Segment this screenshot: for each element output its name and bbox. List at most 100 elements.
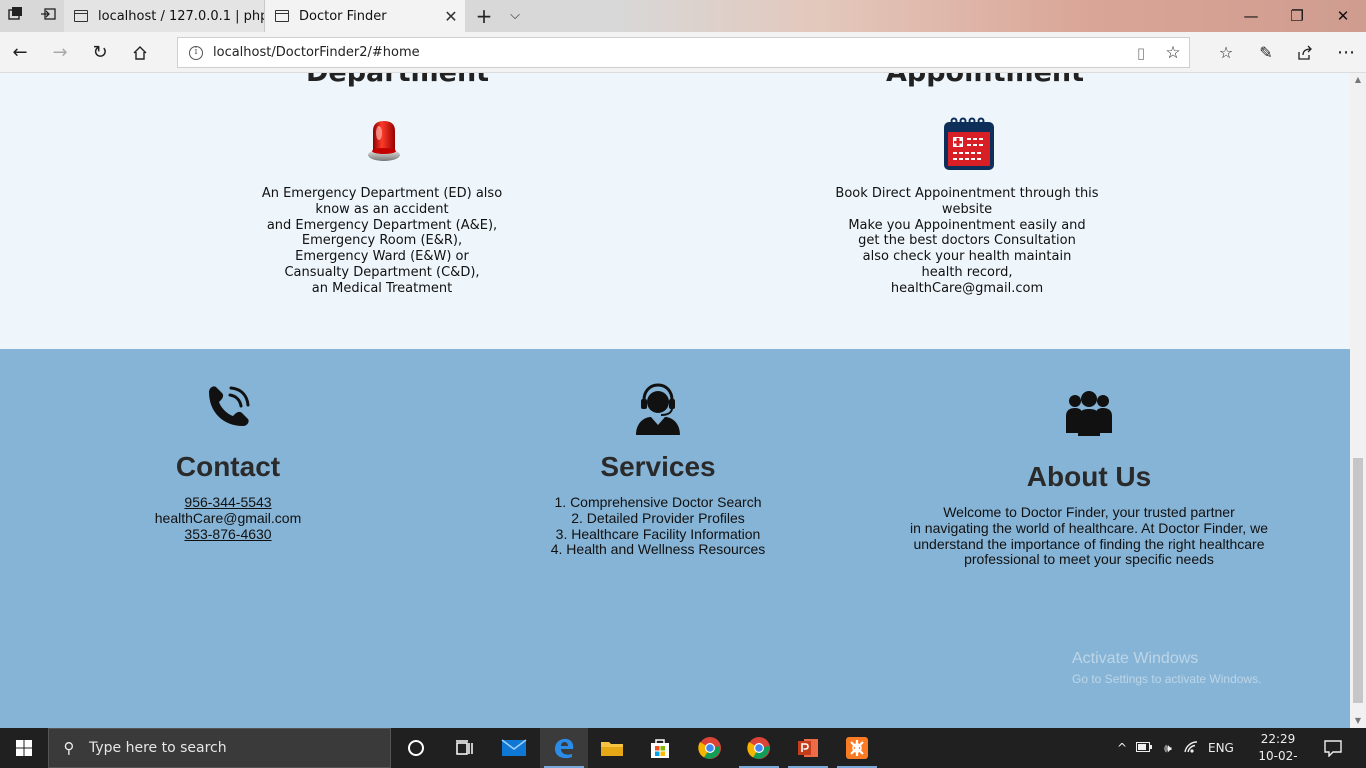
cortana-icon[interactable] [392,728,440,768]
powerpoint-icon[interactable] [784,728,832,768]
site-footer: Contact 956-344-5543 healthCare@gmail.co… [0,349,1350,728]
emergency-description: An Emergency Department (ED) also know a… [232,186,532,297]
text-line: professional to meet your specific needs [964,551,1214,568]
tab-title: localhost / 127.0.0.1 | phpM [98,8,264,24]
contact-column: Contact 956-344-5543 healthCare@gmail.co… [78,382,378,542]
scrollbar-thumb[interactable] [1353,458,1363,703]
wifi-icon[interactable] [1180,740,1202,757]
file-explorer-icon[interactable] [588,728,636,768]
chrome-profile-icon[interactable] [735,728,783,768]
close-window-button[interactable]: ✕ [1320,0,1366,32]
favorites-icon[interactable]: ☆ [1213,40,1239,66]
share-icon[interactable] [1292,40,1318,66]
refresh-icon[interactable]: ↻ [87,40,113,66]
text-line: health record, [921,264,1013,280]
page-favicon-icon [275,10,289,22]
department-heading: Department [306,73,489,88]
mail-app-icon[interactable] [490,728,538,768]
text-line: Cansualty Department (C&D), [284,264,480,280]
close-tab-icon[interactable]: ✕ [437,7,465,26]
show-hidden-icons-chevron-icon[interactable]: ^ [1114,741,1130,755]
about-title: About Us [1026,461,1152,492]
forward-arrow-icon[interactable]: → [47,40,73,66]
tab-phpmyadmin[interactable]: localhost / 127.0.0.1 | phpM [64,0,265,32]
scroll-up-arrow-icon[interactable]: ▲ [1350,73,1366,87]
notes-pen-icon[interactable]: ✎ [1253,40,1279,66]
restore-window-button[interactable]: ❐ [1274,0,1320,32]
appointment-heading: Appointment [886,73,1084,88]
text-line: an Medical Treatment [311,280,453,296]
site-info-icon[interactable]: i [189,45,203,60]
text-line: website [941,201,993,217]
phone-link[interactable]: 353-876-4630 [78,526,378,543]
volume-icon[interactable]: 🕪 [1156,741,1180,756]
medical-calendar-icon [942,116,996,176]
features-section: Department Appointment [0,73,1350,349]
services-column: Services 1. Comprehensive Doctor Search … [508,382,808,558]
service-item: 3. Healthcare Facility Information [555,525,761,542]
chevron-down-icon[interactable]: ⌵ [505,5,525,27]
email-text: healthCare@gmail.com [154,509,302,526]
text-line: in navigating the world of healthcare. A… [910,519,1268,536]
text-line: and Emergency Department (A&E), [266,217,498,233]
back-arrow-icon[interactable]: ← [7,40,33,66]
clock-time: 22:29 [1260,732,1296,746]
set-tabs-aside-icon[interactable] [38,6,58,26]
tab-title: Doctor Finder [299,8,387,24]
emergency-siren-icon [364,117,404,171]
favorite-star-icon[interactable]: ☆ [1157,43,1189,63]
services-title: Services [600,451,716,482]
customer-support-icon [508,382,808,435]
phone-link[interactable]: 956-344-5543 [78,494,378,511]
service-item: 2. Detailed Provider Profiles [571,509,745,526]
battery-icon[interactable] [1132,741,1156,755]
taskbar-clock[interactable]: 22:29 10-02-2024 [1250,731,1306,768]
search-icon: ⚲ [63,739,75,757]
scroll-down-arrow-icon[interactable]: ▼ [1350,714,1366,728]
service-item: 1. Comprehensive Doctor Search [554,494,762,510]
notifications-icon[interactable] [1310,728,1356,768]
language-indicator[interactable]: ENG [1208,741,1234,755]
minimize-window-button[interactable]: — [1228,0,1274,32]
text-line: Emergency Ward (E&W) or [295,249,469,265]
page-favicon-icon [74,10,88,22]
activate-windows-watermark: Activate Windows Go to Settings to activ… [1072,650,1261,686]
tab-actions-icon[interactable] [6,6,26,26]
windows-start-icon[interactable] [0,728,48,768]
text-line: Make you Appoinentment easily and [848,217,1086,233]
search-placeholder: Type here to search [89,740,227,756]
chrome-icon[interactable] [686,728,734,768]
users-group-icon [889,389,1289,439]
clock-date: 10-02-2024 [1258,749,1298,768]
about-description: Welcome to Doctor Finder, your trusted p… [889,504,1289,568]
text-line: know as an accident [315,201,449,217]
system-tray: ^ 🕪 ENG [1114,728,1234,768]
tab-doctor-finder[interactable]: Doctor Finder ✕ [265,0,465,32]
services-list: 1. Comprehensive Doctor Search 2. Detail… [508,494,808,558]
page-viewport: Department Appointment [0,73,1350,728]
browser-tab-bar: localhost / 127.0.0.1 | phpM Doctor Find… [0,0,1366,32]
text-line: Book Direct Appoinentment through this [835,186,1099,201]
text-line: healthCare@gmail.com [890,280,1044,296]
address-bar[interactable]: i localhost/DoctorFinder2/#home ▯ ☆ [177,37,1190,68]
xampp-icon[interactable] [833,728,881,768]
watermark-subtitle: Go to Settings to activate Windows. [1072,672,1262,686]
watermark-title: Activate Windows [1072,650,1199,667]
contact-details: 956-344-5543 healthCare@gmail.com 353-87… [78,494,378,543]
home-icon[interactable] [127,40,153,66]
windows-taskbar: ⚲ Type here to search ^ 🕪 ENG 22:29 10-0… [0,728,1366,768]
more-options-icon[interactable]: ⋯ [1333,40,1359,66]
text-line: understand the importance of finding the… [913,535,1265,552]
task-view-icon[interactable] [440,728,488,768]
text-line: also check your health maintain [862,249,1072,265]
new-tab-icon[interactable]: + [473,5,495,27]
address-url[interactable]: localhost/DoctorFinder2/#home [213,45,1125,60]
edge-browser-icon[interactable] [540,728,588,768]
reading-view-icon[interactable]: ▯ [1125,44,1157,62]
about-column: About Us Welcome to Doctor Finder, your … [889,389,1289,568]
service-item: 4. Health and Wellness Resources [550,541,766,558]
taskbar-search-box[interactable]: ⚲ Type here to search [48,728,391,768]
store-app-icon[interactable] [636,728,684,768]
page-scrollbar[interactable]: ▲ ▼ [1350,73,1366,728]
text-line: Welcome to Doctor Finder, your trusted p… [943,504,1235,520]
